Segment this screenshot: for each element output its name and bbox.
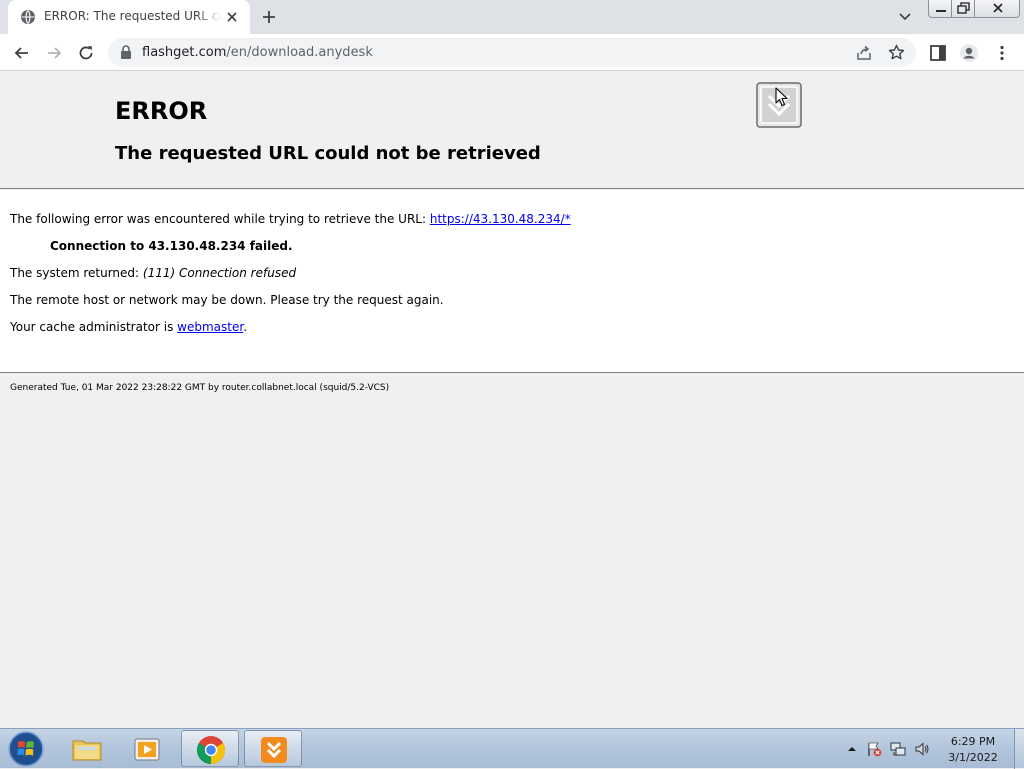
minimize-icon — [936, 10, 946, 12]
share-icon[interactable] — [856, 45, 872, 61]
browser-toolbar: flashget.com/en/download.anydesk — [0, 34, 1024, 71]
clock-date: 3/1/2022 — [948, 751, 998, 764]
system-returned-value: (111) Connection refused — [142, 266, 297, 280]
url-path: /en/download.anydesk — [226, 45, 373, 60]
mouse-cursor-icon — [775, 87, 788, 107]
bookmark-star-icon[interactable] — [888, 44, 905, 61]
profile-avatar-icon[interactable] — [959, 43, 979, 63]
restore-button[interactable] — [951, 0, 975, 18]
reload-icon[interactable] — [76, 43, 96, 63]
cache-admin-suffix: . — [243, 320, 248, 334]
minimize-button[interactable] — [928, 0, 952, 18]
action-center-flag-icon[interactable] — [866, 741, 882, 757]
error-header: ERROR The requested URL could not be ret… — [0, 72, 1024, 189]
close-tab-icon[interactable] — [224, 9, 240, 25]
webmaster-link[interactable]: webmaster — [177, 320, 243, 334]
close-icon — [993, 3, 1003, 13]
remote-down-text: The remote host or network may be down. … — [10, 293, 444, 307]
requested-url-link[interactable]: https://43.130.48.234/* — [430, 212, 571, 226]
system-returned-line: The system returned: (111) Connection re… — [10, 266, 296, 280]
lock-icon[interactable] — [120, 45, 132, 59]
start-button-icon[interactable] — [6, 730, 46, 768]
taskbar-file-explorer[interactable] — [58, 730, 116, 767]
tab-title: ERROR: The requested URL could not be re… — [44, 9, 222, 23]
url-host: flashget.com — [142, 45, 227, 60]
new-tab-icon[interactable] — [260, 8, 278, 26]
show-desktop-button[interactable] — [1014, 729, 1024, 769]
address-bar[interactable]: flashget.com/en/download.anydesk — [108, 38, 916, 67]
page-subtitle: The requested URL could not be retrieved — [115, 143, 541, 164]
network-icon[interactable] — [890, 741, 906, 757]
taskbar-media-player[interactable] — [118, 730, 176, 767]
flashget-icon — [261, 737, 287, 763]
error-body: The following error was encountered whil… — [0, 190, 1024, 373]
taskbar-clock[interactable]: 6:29 PM 3/1/2022 — [932, 734, 1014, 766]
taskbar-chrome[interactable] — [181, 730, 239, 767]
media-player-icon — [134, 738, 160, 761]
page-content: ERROR The requested URL could not be ret… — [0, 72, 1024, 728]
windows-taskbar: 6:29 PM 3/1/2022 — [0, 728, 1024, 769]
back-arrow-icon[interactable] — [12, 43, 32, 63]
tab-strip: ERROR: The requested URL could not be re… — [0, 0, 1024, 34]
forward-arrow-icon[interactable] — [44, 43, 64, 63]
connection-failed-text: Connection to 43.130.48.234 failed. — [50, 239, 293, 253]
cache-admin-prefix: Your cache administrator is — [10, 320, 178, 334]
chrome-icon — [197, 736, 225, 764]
folder-icon — [72, 740, 102, 761]
error-intro-text: The following error was encountered whil… — [10, 212, 430, 226]
cache-admin-line: Your cache administrator is webmaster. — [10, 320, 247, 334]
side-panel-icon[interactable] — [928, 43, 948, 63]
globe-icon — [21, 10, 35, 24]
restore-icon — [957, 2, 970, 14]
show-hidden-icons-icon[interactable] — [844, 741, 860, 757]
browser-tab[interactable]: ERROR: The requested URL could not be re… — [8, 0, 250, 34]
page-title: ERROR — [115, 97, 208, 125]
window-controls — [928, 0, 1020, 18]
taskbar-flashget[interactable] — [244, 730, 302, 767]
close-window-button[interactable] — [974, 0, 1020, 18]
error-intro-line: The following error was encountered whil… — [10, 212, 571, 226]
footer-generated-text: Generated Tue, 01 Mar 2022 23:28:22 GMT … — [10, 383, 390, 393]
url-text[interactable]: flashget.com/en/download.anydesk — [142, 45, 373, 60]
chevron-down-icon[interactable] — [897, 10, 913, 24]
menu-kebab-icon[interactable] — [992, 43, 1012, 63]
volume-speaker-icon[interactable] — [914, 741, 930, 757]
system-returned-label: The system returned: — [10, 266, 143, 280]
clock-time: 6:29 PM — [950, 735, 996, 748]
